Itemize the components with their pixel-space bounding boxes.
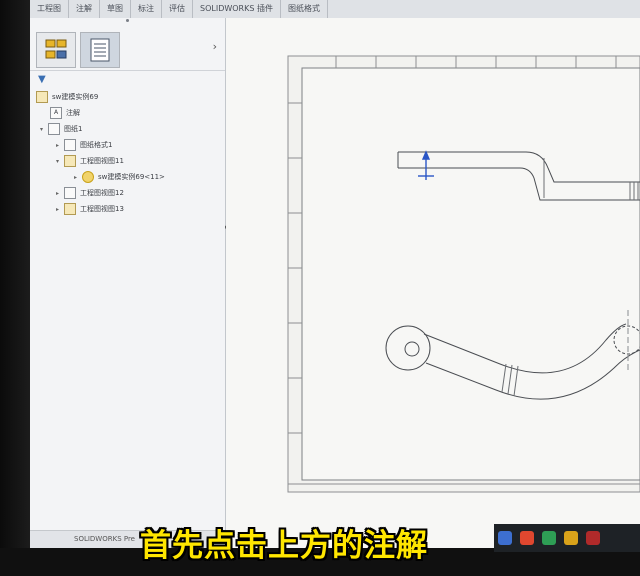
drawing-icon [36,91,48,103]
tab-addins[interactable]: SOLIDWORKS 插件 [193,0,281,18]
tree-item-sheet-format[interactable]: ▸ 图纸格式1 [56,138,112,152]
tree-root[interactable]: sw建模实例69 [36,90,98,104]
drawing-view-icon [64,155,76,167]
taskbar-app-icon[interactable] [586,531,600,545]
tree-item-label: 注解 [66,109,80,117]
chevron-right-icon[interactable]: ▸ [56,206,64,213]
feature-tree-button[interactable] [36,32,76,68]
sheet-format-icon [64,139,76,151]
panel-toolbar: › [30,26,225,71]
tree-item-label: 工程图视图12 [80,189,124,197]
panel-handle[interactable] [126,19,129,22]
property-list-icon [90,38,110,62]
command-manager-tabs: 工程图 注解 草图 标注 评估 SOLIDWORKS 插件 图纸格式 [30,0,640,19]
annotation-icon: A [50,107,62,119]
feature-tree-icon [45,39,67,59]
tree-item-label: sw建模实例69<11> [98,173,165,181]
tree-item-label: 工程图视图13 [80,205,124,213]
sheet-inner-border [301,67,640,481]
taskbar-app-icon[interactable] [564,531,578,545]
tree-item-view13[interactable]: ▸ 工程图视图13 [56,202,124,216]
part-icon [82,171,94,183]
filter-icon[interactable]: ▼ [38,74,46,85]
drawing-sheet [287,55,640,493]
feature-manager-panel: › ▼ sw建模实例69 A 注解 ▾ 图纸1 ▸ 图纸格式1 ▾ 工程图视图1… [30,18,226,548]
tree-item-sheet[interactable]: ▾ 图纸1 [40,122,82,136]
monitor-bezel [0,0,30,576]
taskbar-app-icon[interactable] [542,531,556,545]
taskbar-app-icon[interactable] [520,531,534,545]
tree-root-label: sw建模实例69 [52,93,99,101]
tab-annotation[interactable]: 注解 [69,0,100,18]
video-caption: 首先点击上方的注解 [140,528,428,564]
tree-item-annotations[interactable]: A 注解 [50,106,80,120]
tree-item-view11[interactable]: ▾ 工程图视图11 [56,154,124,168]
chevron-right-icon[interactable]: ▸ [74,174,82,181]
chevron-down-icon[interactable]: ▾ [56,158,64,165]
chevron-right-icon[interactable]: › [213,40,217,53]
tree-item-label: 图纸格式1 [80,141,113,149]
taskbar-app-icon[interactable] [498,531,512,545]
tree-item-label: 工程图视图11 [80,157,124,165]
chevron-down-icon[interactable]: ▾ [40,126,48,133]
sheet-icon [48,123,60,135]
tree-item-view12[interactable]: ▸ 工程图视图12 [56,186,124,200]
chevron-right-icon[interactable]: ▸ [56,142,64,149]
property-manager-button[interactable] [80,32,120,68]
tree-item-label: 图纸1 [64,125,83,133]
tree-item-part[interactable]: ▸ sw建模实例69<11> [74,170,165,184]
tab-sheet-format[interactable]: 图纸格式 [281,0,328,18]
tab-sketch[interactable]: 草图 [100,0,131,18]
drawing-view-icon [64,203,76,215]
status-bar-label: SOLIDWORKS Pre [74,535,135,543]
windows-taskbar [494,524,640,552]
tab-evaluate[interactable]: 评估 [162,0,193,18]
graphics-area[interactable] [226,18,640,548]
tab-drawing[interactable]: 工程图 [30,0,69,18]
chevron-right-icon[interactable]: ▸ [56,190,64,197]
drawing-view-icon [64,187,76,199]
solidworks-window: 工程图 注解 草图 标注 评估 SOLIDWORKS 插件 图纸格式 › ▼ s… [30,0,640,560]
tab-markup[interactable]: 标注 [131,0,162,18]
